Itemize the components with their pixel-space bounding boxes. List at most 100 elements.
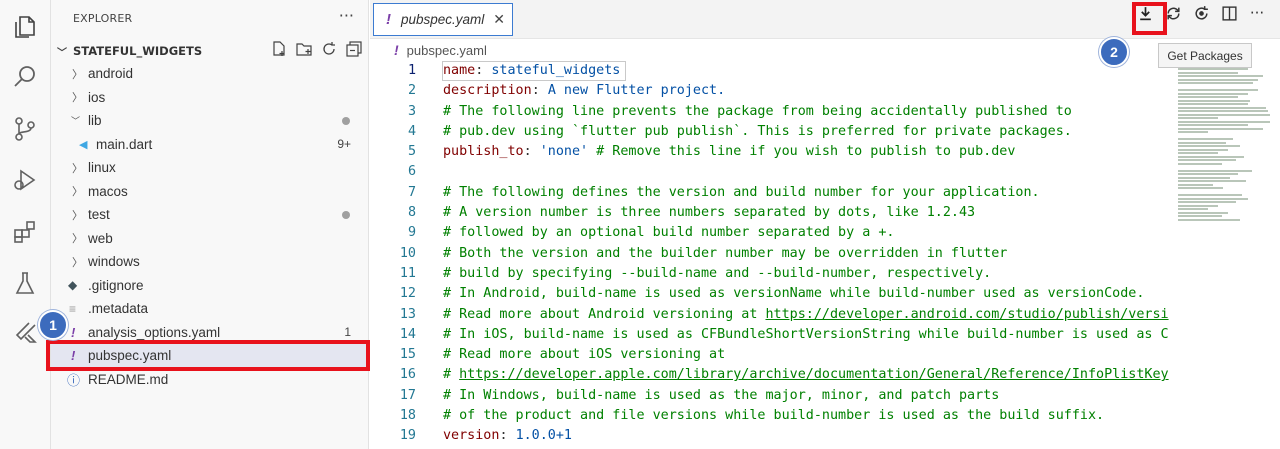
minimap-line (1178, 194, 1242, 196)
line-number: 10 (399, 245, 416, 261)
code-line[interactable]: 15 # Read more about iOS versioning at (370, 345, 1280, 365)
extensions-icon[interactable] (10, 217, 40, 247)
minimap-line (1178, 159, 1236, 161)
code-token: : (499, 428, 516, 444)
code-token: publish_to (443, 144, 524, 160)
tree-item-linux[interactable]: 〉 linux (51, 156, 369, 180)
minimap-line (1178, 141, 1226, 144)
code-token: : (531, 83, 548, 99)
new-file-icon[interactable] (271, 41, 287, 57)
line-text: description: A new Flutter project. (443, 81, 725, 101)
code-token: version (443, 428, 500, 444)
line-text: # pub.dev using `flutter pub publish`. T… (443, 122, 1072, 142)
line-number: 18 (399, 408, 416, 424)
code-line[interactable]: 17 # In Windows, build-name is used as th… (370, 386, 1280, 406)
minimap-line (1178, 99, 1250, 102)
breadcrumb-file[interactable]: pubspec.yaml (407, 43, 487, 58)
code-line[interactable]: 10 # Both the version and the builder num… (370, 244, 1280, 264)
code-line[interactable]: 2 description: A new Flutter project. (370, 81, 1280, 101)
code-line[interactable]: 18 # of the product and file versions whi… (370, 406, 1280, 426)
line-text: # Both the version and the builder numbe… (443, 244, 1007, 264)
tree-item-label: test (88, 207, 110, 223)
code-token: # of the product and file versions while… (443, 408, 1105, 424)
code-token: # Read more about iOS versioning at (443, 347, 726, 363)
code-token: # In Android, build-name is used as vers… (443, 286, 1145, 302)
explorer-actions (271, 41, 362, 57)
line-text: version: 1.0.0+1 (443, 426, 572, 446)
code-line[interactable]: 4 # pub.dev using `flutter pub publish`. … (370, 122, 1280, 142)
chevron-down-icon: ﹀ (71, 116, 81, 127)
line-text: # In Android, build-name is used as vers… (443, 284, 1144, 304)
explorer-more-icon[interactable]: ··· (339, 6, 354, 25)
tree-item-windows[interactable]: 〉 windows (51, 250, 369, 274)
tab-pubspec-yaml[interactable]: ! pubspec.yaml ✕ (373, 3, 513, 36)
code-line[interactable]: 13 # Read more about Android versioning a… (370, 305, 1280, 325)
code-line[interactable]: 3 # The following line prevents the packa… (370, 102, 1280, 122)
code-line[interactable]: 14 # In iOS, build-name is used as CFBund… (370, 325, 1280, 345)
line-text: publish_to: 'none' # Remove this line if… (443, 142, 1015, 162)
code-editor[interactable]: 1 name: stateful_widgets 2 description: A n… (370, 61, 1280, 447)
editor-more-icon[interactable]: ··· (1245, 0, 1269, 26)
code-line[interactable]: 12 # In Android, build-name is used as ve… (370, 284, 1280, 304)
minimap[interactable] (1178, 68, 1270, 221)
tree-item-main-dart[interactable]: ◀ main.dart 9+ (51, 133, 369, 157)
minimap-line (1178, 82, 1253, 84)
code-line[interactable]: 19 version: 1.0.0+1 (370, 426, 1280, 446)
source-control-icon[interactable] (10, 114, 40, 144)
code-line[interactable]: 5 publish_to: 'none' # Remove this line i… (370, 142, 1280, 162)
dart-file-icon: ◀ (79, 138, 88, 151)
tree-item-lib[interactable]: ﹀ lib (51, 109, 369, 133)
minimap-line (1178, 218, 1240, 221)
minimap-line (1178, 208, 1208, 210)
code-line[interactable]: 6 (370, 162, 1280, 182)
new-folder-icon[interactable] (296, 41, 312, 57)
minimap-line (1178, 127, 1263, 130)
close-icon[interactable]: ✕ (493, 11, 505, 28)
line-number: 13 (399, 306, 416, 322)
outdated-packages-button[interactable] (1189, 0, 1213, 26)
minimap-line (1178, 187, 1223, 189)
minimap-line (1178, 176, 1230, 179)
code-token: description (443, 83, 532, 99)
minimap-line (1178, 215, 1222, 217)
code-line[interactable]: 8 # A version number is three numbers sep… (370, 203, 1280, 223)
tree-item-readme[interactable]: ⓘ README.md (51, 368, 369, 392)
code-line[interactable]: 1 name: stateful_widgets (370, 61, 1280, 81)
tree-item-label: .metadata (88, 301, 149, 317)
code-token: # build by specifying --build-name and -… (443, 265, 992, 281)
collapse-all-icon[interactable] (346, 41, 362, 57)
tree-item-gitignore[interactable]: ◆ .gitignore (51, 274, 369, 298)
get-packages-highlight (1132, 2, 1167, 35)
code-line[interactable]: 9 # followed by an optional build number … (370, 223, 1280, 243)
code-line[interactable]: 16 # https://developer.apple.com/library/… (370, 365, 1280, 385)
minimap-line (1178, 103, 1248, 105)
minimap-line (1178, 110, 1268, 112)
refresh-icon[interactable] (321, 41, 337, 57)
split-editor-button[interactable] (1217, 0, 1241, 26)
testing-icon[interactable] (10, 268, 40, 298)
code-line[interactable]: 7 # The following defines the version and… (370, 183, 1280, 203)
tree-item-ios[interactable]: 〉 ios (51, 86, 369, 110)
tree-item-web[interactable]: 〉 web (51, 227, 369, 251)
code-line[interactable]: 11 # build by specifying --build-name and… (370, 264, 1280, 284)
explorer-icon[interactable] (10, 12, 40, 42)
line-number: 8 (407, 205, 416, 221)
code-token: 'none' (539, 144, 589, 160)
tree-item-metadata[interactable]: ≡ .metadata (51, 297, 369, 321)
search-icon[interactable] (10, 62, 40, 92)
tree-item-android[interactable]: 〉 android (51, 62, 369, 86)
tree-item-macos[interactable]: 〉 macos (51, 180, 369, 204)
tree-item-label: main.dart (96, 136, 153, 152)
code-token: A new Flutter project. (547, 83, 726, 99)
tree-item-label: linux (88, 160, 116, 176)
code-token: # followed by an optional build number s… (443, 225, 895, 241)
minimap-line (1178, 120, 1270, 123)
minimap-line (1178, 106, 1266, 109)
flutter-icon[interactable] (10, 318, 40, 348)
tree-item-label: windows (88, 254, 140, 270)
tree-item-test[interactable]: 〉 test (51, 203, 369, 227)
run-debug-icon[interactable] (10, 165, 40, 195)
minimap-line (1178, 169, 1252, 172)
split-editor-icon (1221, 5, 1237, 21)
line-text: # In iOS, build-name is used as CFBundle… (443, 325, 1280, 345)
